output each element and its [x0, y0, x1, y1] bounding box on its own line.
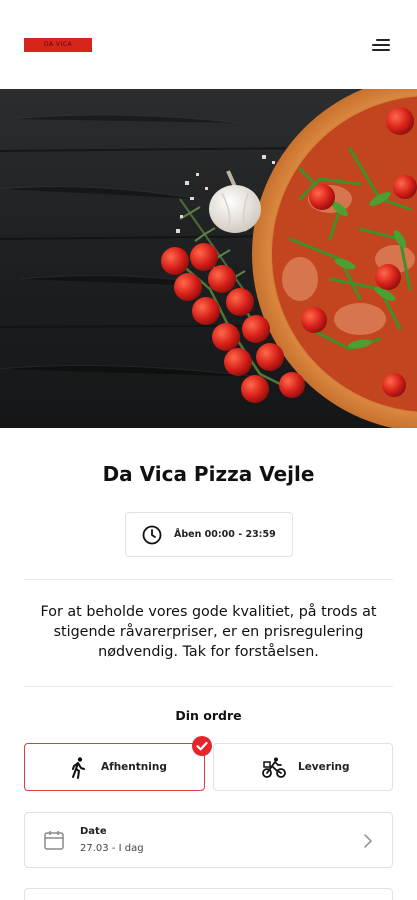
opening-hours-text: Åben 00:00 - 23:59	[174, 529, 276, 540]
delivery-option-label: Levering	[298, 761, 350, 773]
logo[interactable]: DA VICA	[24, 38, 92, 52]
pickup-option-button[interactable]: Afhentning	[24, 743, 205, 791]
date-value: 27.03 - I dag	[80, 843, 144, 854]
top-header: DA VICA	[0, 0, 417, 89]
pickup-option-label: Afhentning	[101, 761, 167, 773]
chevron-right-icon	[364, 834, 372, 848]
walking-person-icon	[72, 757, 85, 779]
bicycle-delivery-icon	[262, 757, 286, 778]
divider	[24, 579, 393, 580]
divider	[24, 686, 393, 687]
opening-hours-badge: Åben 00:00 - 23:59	[125, 512, 293, 557]
restaurant-name: Da Vica Pizza Vejle	[102, 462, 315, 486]
date-label: Date	[80, 826, 107, 837]
clock-icon	[142, 525, 162, 544]
pizza-illustration	[0, 89, 417, 428]
date-selector[interactable]: Date 27.03 - I dag	[24, 812, 393, 868]
selected-check-icon	[192, 736, 212, 756]
hamburger-menu-icon[interactable]	[369, 34, 393, 56]
order-section-title: Din ordre	[175, 708, 242, 723]
hero-image	[0, 89, 417, 428]
price-notice: For at beholde vores gode kvalitiet, på …	[40, 604, 377, 660]
next-selector-card[interactable]	[24, 888, 393, 900]
calendar-icon	[44, 831, 64, 850]
delivery-option-button[interactable]: Levering	[213, 743, 393, 791]
